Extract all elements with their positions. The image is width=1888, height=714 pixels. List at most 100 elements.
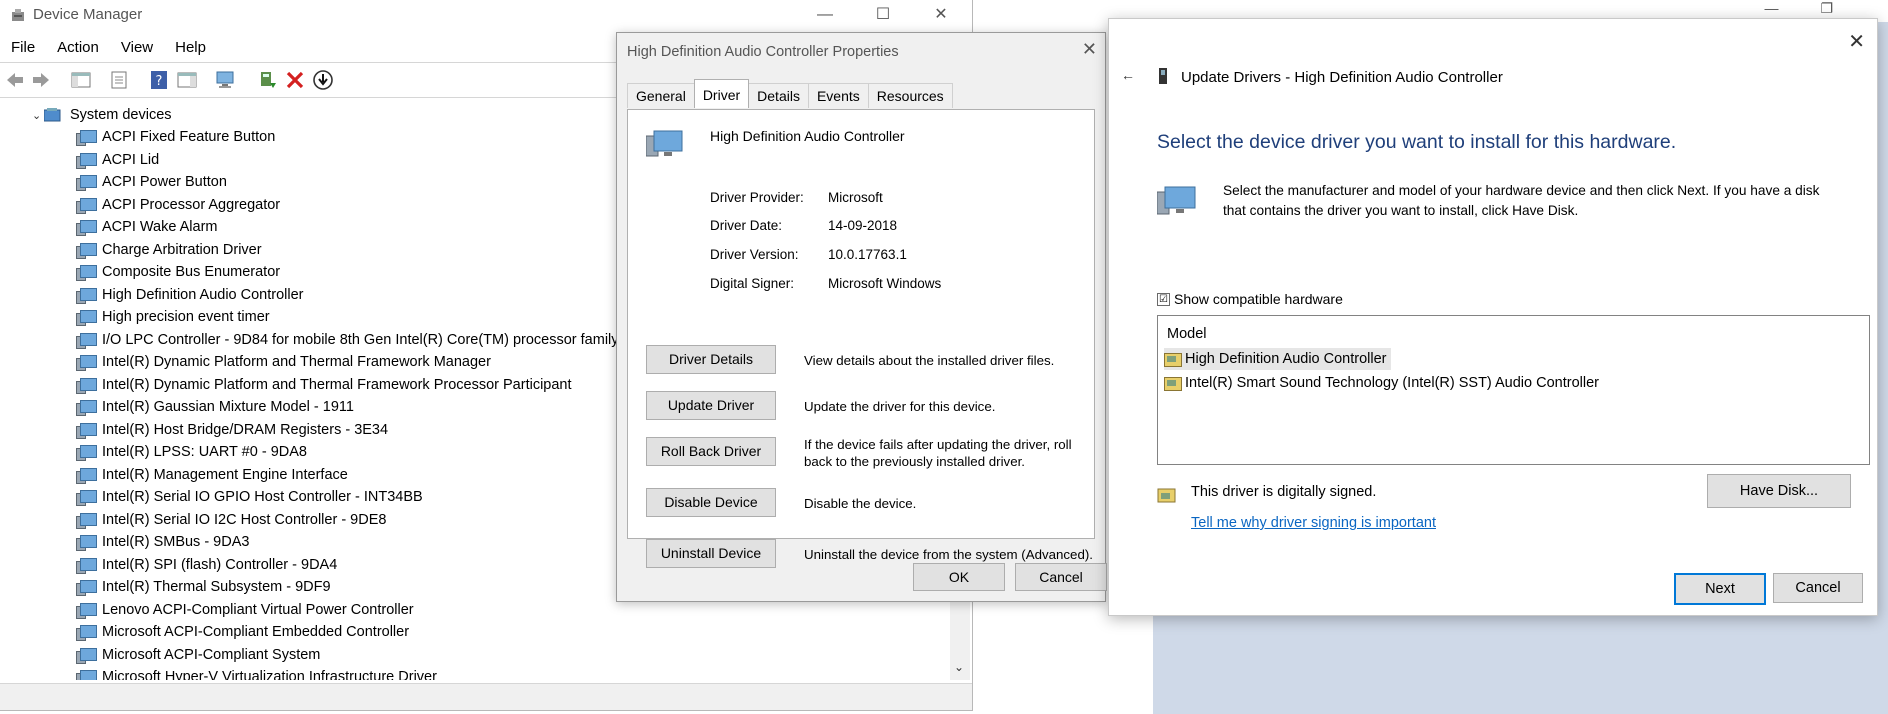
chevron-down-icon[interactable]: ⌄ <box>32 109 44 122</box>
tree-item-label: Intel(R) Serial IO GPIO Host Controller … <box>102 489 423 505</box>
hardware-device-icon <box>1157 186 1196 215</box>
next-button[interactable]: Next <box>1674 573 1766 605</box>
menu-view[interactable]: View <box>110 36 164 60</box>
disable-device-button[interactable]: Disable Device <box>646 488 776 517</box>
maximize-icon[interactable]: ☐ <box>860 3 906 27</box>
tree-item[interactable]: ACPI Processor Aggregator <box>76 194 280 216</box>
tree-item[interactable]: Intel(R) Thermal Subsystem - 9DF9 <box>76 576 331 598</box>
update-driver-icon[interactable] <box>256 69 278 91</box>
tab-details[interactable]: Details <box>748 83 809 108</box>
tree-item-label: High precision event timer <box>102 309 270 325</box>
update-driver-button[interactable]: Update Driver <box>646 391 776 420</box>
tree-item[interactable]: ACPI Wake Alarm <box>76 216 218 238</box>
show-compatible-checkbox[interactable]: ☑ Show compatible hardware <box>1157 291 1343 307</box>
tab-general[interactable]: General <box>627 83 695 108</box>
back-arrow-icon[interactable] <box>4 69 26 91</box>
uninstall-device-button[interactable]: Uninstall Device <box>646 539 776 568</box>
tree-item[interactable]: Microsoft Hyper-V Virtualization Infrast… <box>76 666 437 680</box>
system-device-icon <box>76 152 97 169</box>
model-item-label: Intel(R) Smart Sound Technology (Intel(R… <box>1185 375 1599 391</box>
system-device-icon <box>76 467 97 484</box>
window-title: Device Manager <box>33 6 143 23</box>
device-small-icon <box>1159 68 1167 84</box>
menu-help[interactable]: Help <box>164 36 217 60</box>
tree-item[interactable]: Lenovo ACPI-Compliant Virtual Power Cont… <box>76 599 414 621</box>
system-device-icon <box>76 287 97 304</box>
help-icon[interactable]: ? <box>148 69 170 91</box>
tree-item[interactable]: ACPI Power Button <box>76 171 227 193</box>
tree-item[interactable]: Intel(R) Serial IO I2C Host Controller -… <box>76 509 386 531</box>
menu-file[interactable]: File <box>0 36 46 60</box>
model-list[interactable]: Model High Definition Audio Controller I… <box>1157 315 1870 465</box>
cancel-button[interactable]: Cancel <box>1015 563 1107 591</box>
tab-events[interactable]: Events <box>807 83 869 108</box>
roll-back-driver-description: If the device fails after updating the d… <box>804 437 1072 469</box>
tree-category-system-devices[interactable]: ⌄ System devices <box>32 104 172 126</box>
tree-item[interactable]: Charge Arbitration Driver <box>76 239 262 261</box>
tree-item[interactable]: Intel(R) Dynamic Platform and Thermal Fr… <box>76 351 491 373</box>
model-item[interactable]: Intel(R) Smart Sound Technology (Intel(R… <box>1164 372 1603 394</box>
tree-item[interactable]: Intel(R) Dynamic Platform and Thermal Fr… <box>76 374 572 396</box>
tree-item-label: Intel(R) Management Engine Interface <box>102 466 348 483</box>
background-window-controls: — ❐ <box>1764 0 1888 20</box>
field-label: Driver Version: <box>710 247 799 262</box>
enable-device-icon[interactable] <box>312 69 334 91</box>
close-icon[interactable]: ✕ <box>1082 39 1097 60</box>
minimize-icon[interactable]: — <box>802 3 848 27</box>
minimize-icon[interactable]: — <box>1764 0 1778 20</box>
system-device-icon <box>76 129 97 146</box>
tree-item[interactable]: Composite Bus Enumerator <box>76 261 280 283</box>
tree-item[interactable]: Intel(R) SPI (flash) Controller - 9DA4 <box>76 554 337 576</box>
field-label: Driver Date: <box>710 218 783 233</box>
checkbox-check-icon[interactable]: ☑ <box>1157 292 1170 306</box>
close-icon[interactable]: ✕ <box>918 3 964 27</box>
action-pane-icon[interactable] <box>176 69 198 91</box>
properties-sheet-icon[interactable] <box>108 69 130 91</box>
tree-item-label: Intel(R) SMBus - 9DA3 <box>102 534 250 550</box>
roll-back-driver-button[interactable]: Roll Back Driver <box>646 437 776 466</box>
system-device-icon <box>76 197 97 214</box>
tree-item[interactable]: High Definition Audio Controller <box>76 284 304 306</box>
tree-item-label: Intel(R) Host Bridge/DRAM Registers - 3E… <box>102 421 389 438</box>
tree-item-label: ACPI Wake Alarm <box>102 219 218 235</box>
forward-arrow-icon[interactable] <box>30 69 52 91</box>
tree-item[interactable]: Intel(R) LPSS: UART #0 - 9DA8 <box>76 441 307 463</box>
driver-signing-link[interactable]: Tell me why driver signing is important <box>1191 515 1436 531</box>
tab-resources[interactable]: Resources <box>867 83 953 108</box>
driver-details-button[interactable]: Driver Details <box>646 345 776 374</box>
tree-item[interactable]: Intel(R) Host Bridge/DRAM Registers - 3E… <box>76 419 388 441</box>
tree-item[interactable]: Intel(R) Gaussian Mixture Model - 1911 <box>76 396 354 418</box>
driver-details-description: View details about the installed driver … <box>804 353 1055 368</box>
have-disk-button[interactable]: Have Disk... <box>1707 474 1851 508</box>
system-device-icon <box>76 174 97 191</box>
cancel-button[interactable]: Cancel <box>1773 573 1863 603</box>
tree-item[interactable]: ACPI Fixed Feature Button <box>76 126 275 148</box>
tab-driver[interactable]: Driver <box>693 79 750 108</box>
driver-provider-value: Microsoft <box>828 190 883 205</box>
tree-item[interactable]: Microsoft ACPI-Compliant System <box>76 644 320 666</box>
tree-item[interactable]: Intel(R) Serial IO GPIO Host Controller … <box>76 486 423 508</box>
audio-device-icon <box>646 130 683 157</box>
close-icon[interactable]: ✕ <box>1848 29 1865 54</box>
model-item-selected[interactable]: High Definition Audio Controller <box>1164 348 1391 370</box>
scan-hardware-icon[interactable] <box>214 69 236 91</box>
restore-icon[interactable]: ❐ <box>1820 0 1833 20</box>
tree-item[interactable]: Intel(R) SMBus - 9DA3 <box>76 531 249 553</box>
system-device-icon <box>76 624 97 641</box>
menu-action[interactable]: Action <box>46 36 110 60</box>
menu-bar: File Action View Help <box>0 36 217 60</box>
ok-button[interactable]: OK <box>913 563 1005 591</box>
tree-item[interactable]: Intel(R) Management Engine Interface <box>76 464 348 486</box>
scroll-down-icon[interactable]: ⌄ <box>954 660 964 674</box>
tree-item[interactable]: I/O LPC Controller - 9D84 for mobile 8th… <box>76 329 619 351</box>
uninstall-device-icon[interactable] <box>284 69 306 91</box>
tree-item[interactable]: ACPI Lid <box>76 149 159 171</box>
back-arrow-icon[interactable]: ← <box>1121 67 1135 83</box>
tree-item-label: I/O LPC Controller - 9D84 for mobile 8th… <box>102 331 619 348</box>
tree-item[interactable]: High precision event timer <box>76 306 270 328</box>
status-bar <box>0 683 972 710</box>
svg-text:?: ? <box>156 74 163 89</box>
show-hide-tree-icon[interactable] <box>70 69 92 91</box>
tree-item[interactable]: Microsoft ACPI-Compliant Embedded Contro… <box>76 621 409 643</box>
tree-item-label: ACPI Lid <box>102 151 160 168</box>
